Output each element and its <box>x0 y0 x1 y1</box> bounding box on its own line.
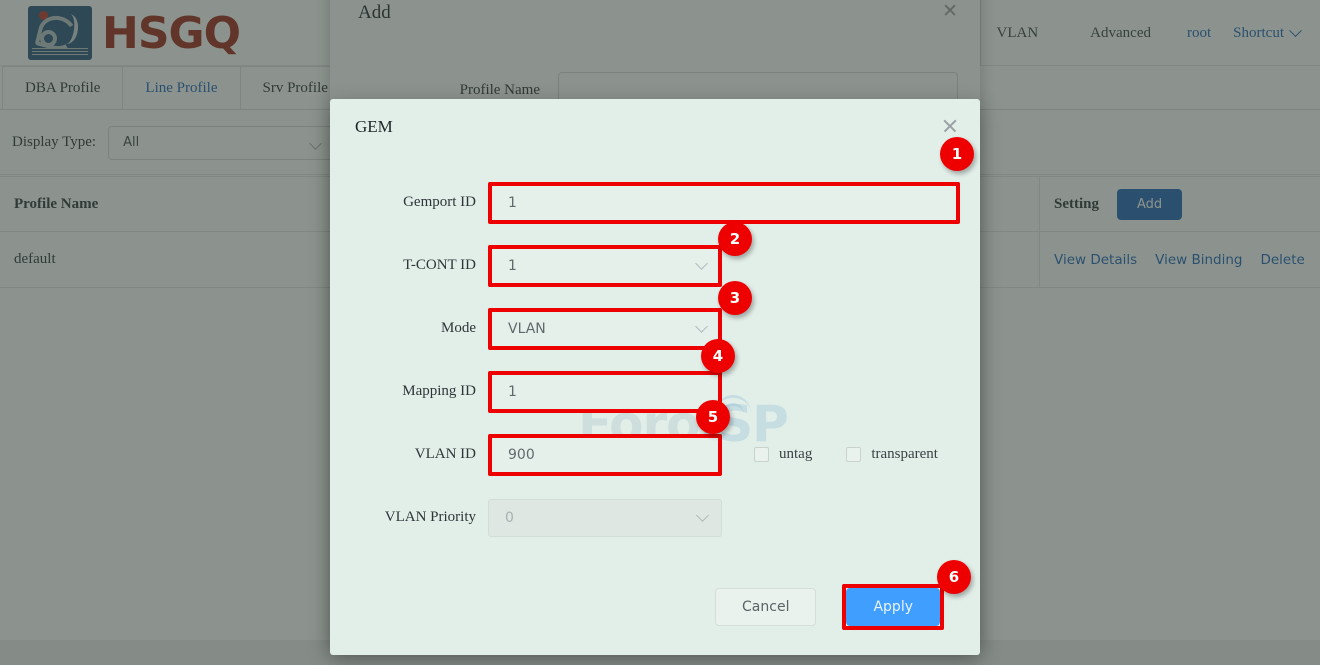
input-vlan-id[interactable]: 900 <box>488 434 722 476</box>
step-badge-5: 5 <box>696 400 730 434</box>
label-gemport-id: Gemport ID <box>330 194 488 211</box>
field-row-mapping-id: Mapping ID 1 <box>330 360 980 423</box>
apply-button-highlight: Apply <box>842 584 944 630</box>
checkbox-untag[interactable]: untag <box>754 446 812 463</box>
gem-dialog-footer: Cancel Apply <box>330 559 980 655</box>
label-mapping-id: Mapping ID <box>330 383 488 400</box>
input-mapping-id[interactable]: 1 <box>488 371 722 413</box>
label-vlan-id: VLAN ID <box>330 446 488 463</box>
chevron-down-icon <box>696 509 709 522</box>
step-badge-3: 3 <box>718 281 752 315</box>
label-mode: Mode <box>330 320 488 337</box>
checkbox-box-icon <box>754 447 769 462</box>
field-row-gemport-id: Gemport ID 1 <box>330 171 980 234</box>
checkbox-box-icon <box>846 447 861 462</box>
value-vlan-priority: 0 <box>505 510 514 526</box>
label-tcont-id: T-CONT ID <box>330 257 488 274</box>
apply-button[interactable]: Apply <box>846 588 940 626</box>
close-icon[interactable] <box>942 118 958 134</box>
step-badge-2: 2 <box>718 222 752 256</box>
step-badge-1: 1 <box>940 137 974 171</box>
field-row-vlan-priority: VLAN Priority 0 <box>330 486 980 549</box>
field-row-vlan-id: VLAN ID 900 untag transparent <box>330 423 980 486</box>
value-mapping-id: 1 <box>508 384 517 400</box>
select-tcont-id[interactable]: 1 <box>488 245 722 287</box>
gem-dialog-header: GEM <box>330 99 980 155</box>
value-mode: VLAN <box>508 321 546 337</box>
value-tcont-id: 1 <box>508 258 517 274</box>
step-badge-4: 4 <box>701 339 735 373</box>
value-gemport-id: 1 <box>508 195 517 211</box>
cancel-button[interactable]: Cancel <box>715 588 816 626</box>
step-badge-6: 6 <box>937 560 971 594</box>
gem-form: Gemport ID 1 T-CONT ID 1 Mode VLAN <box>330 155 980 549</box>
select-vlan-priority: 0 <box>488 499 722 537</box>
checkbox-transparent-label: transparent <box>871 446 938 463</box>
field-row-tcont-id: T-CONT ID 1 <box>330 234 980 297</box>
gem-dialog: GEM ForoISP Gemport ID 1 T-CONT ID 1 <box>330 99 980 655</box>
gem-dialog-title: GEM <box>355 117 393 137</box>
checkbox-untag-label: untag <box>779 446 812 463</box>
checkbox-transparent[interactable]: transparent <box>846 446 938 463</box>
chevron-down-icon <box>695 320 708 333</box>
screenshot-root: HSGQ VLAN Advanced root Shortcut DBA Pro… <box>0 0 1320 665</box>
label-vlan-priority: VLAN Priority <box>330 509 488 526</box>
vlan-options: untag transparent <box>754 446 938 463</box>
value-vlan-id: 900 <box>508 447 535 463</box>
chevron-down-icon <box>695 257 708 270</box>
field-row-mode: Mode VLAN <box>330 297 980 360</box>
input-gemport-id[interactable]: 1 <box>488 182 960 224</box>
select-mode[interactable]: VLAN <box>488 308 722 350</box>
